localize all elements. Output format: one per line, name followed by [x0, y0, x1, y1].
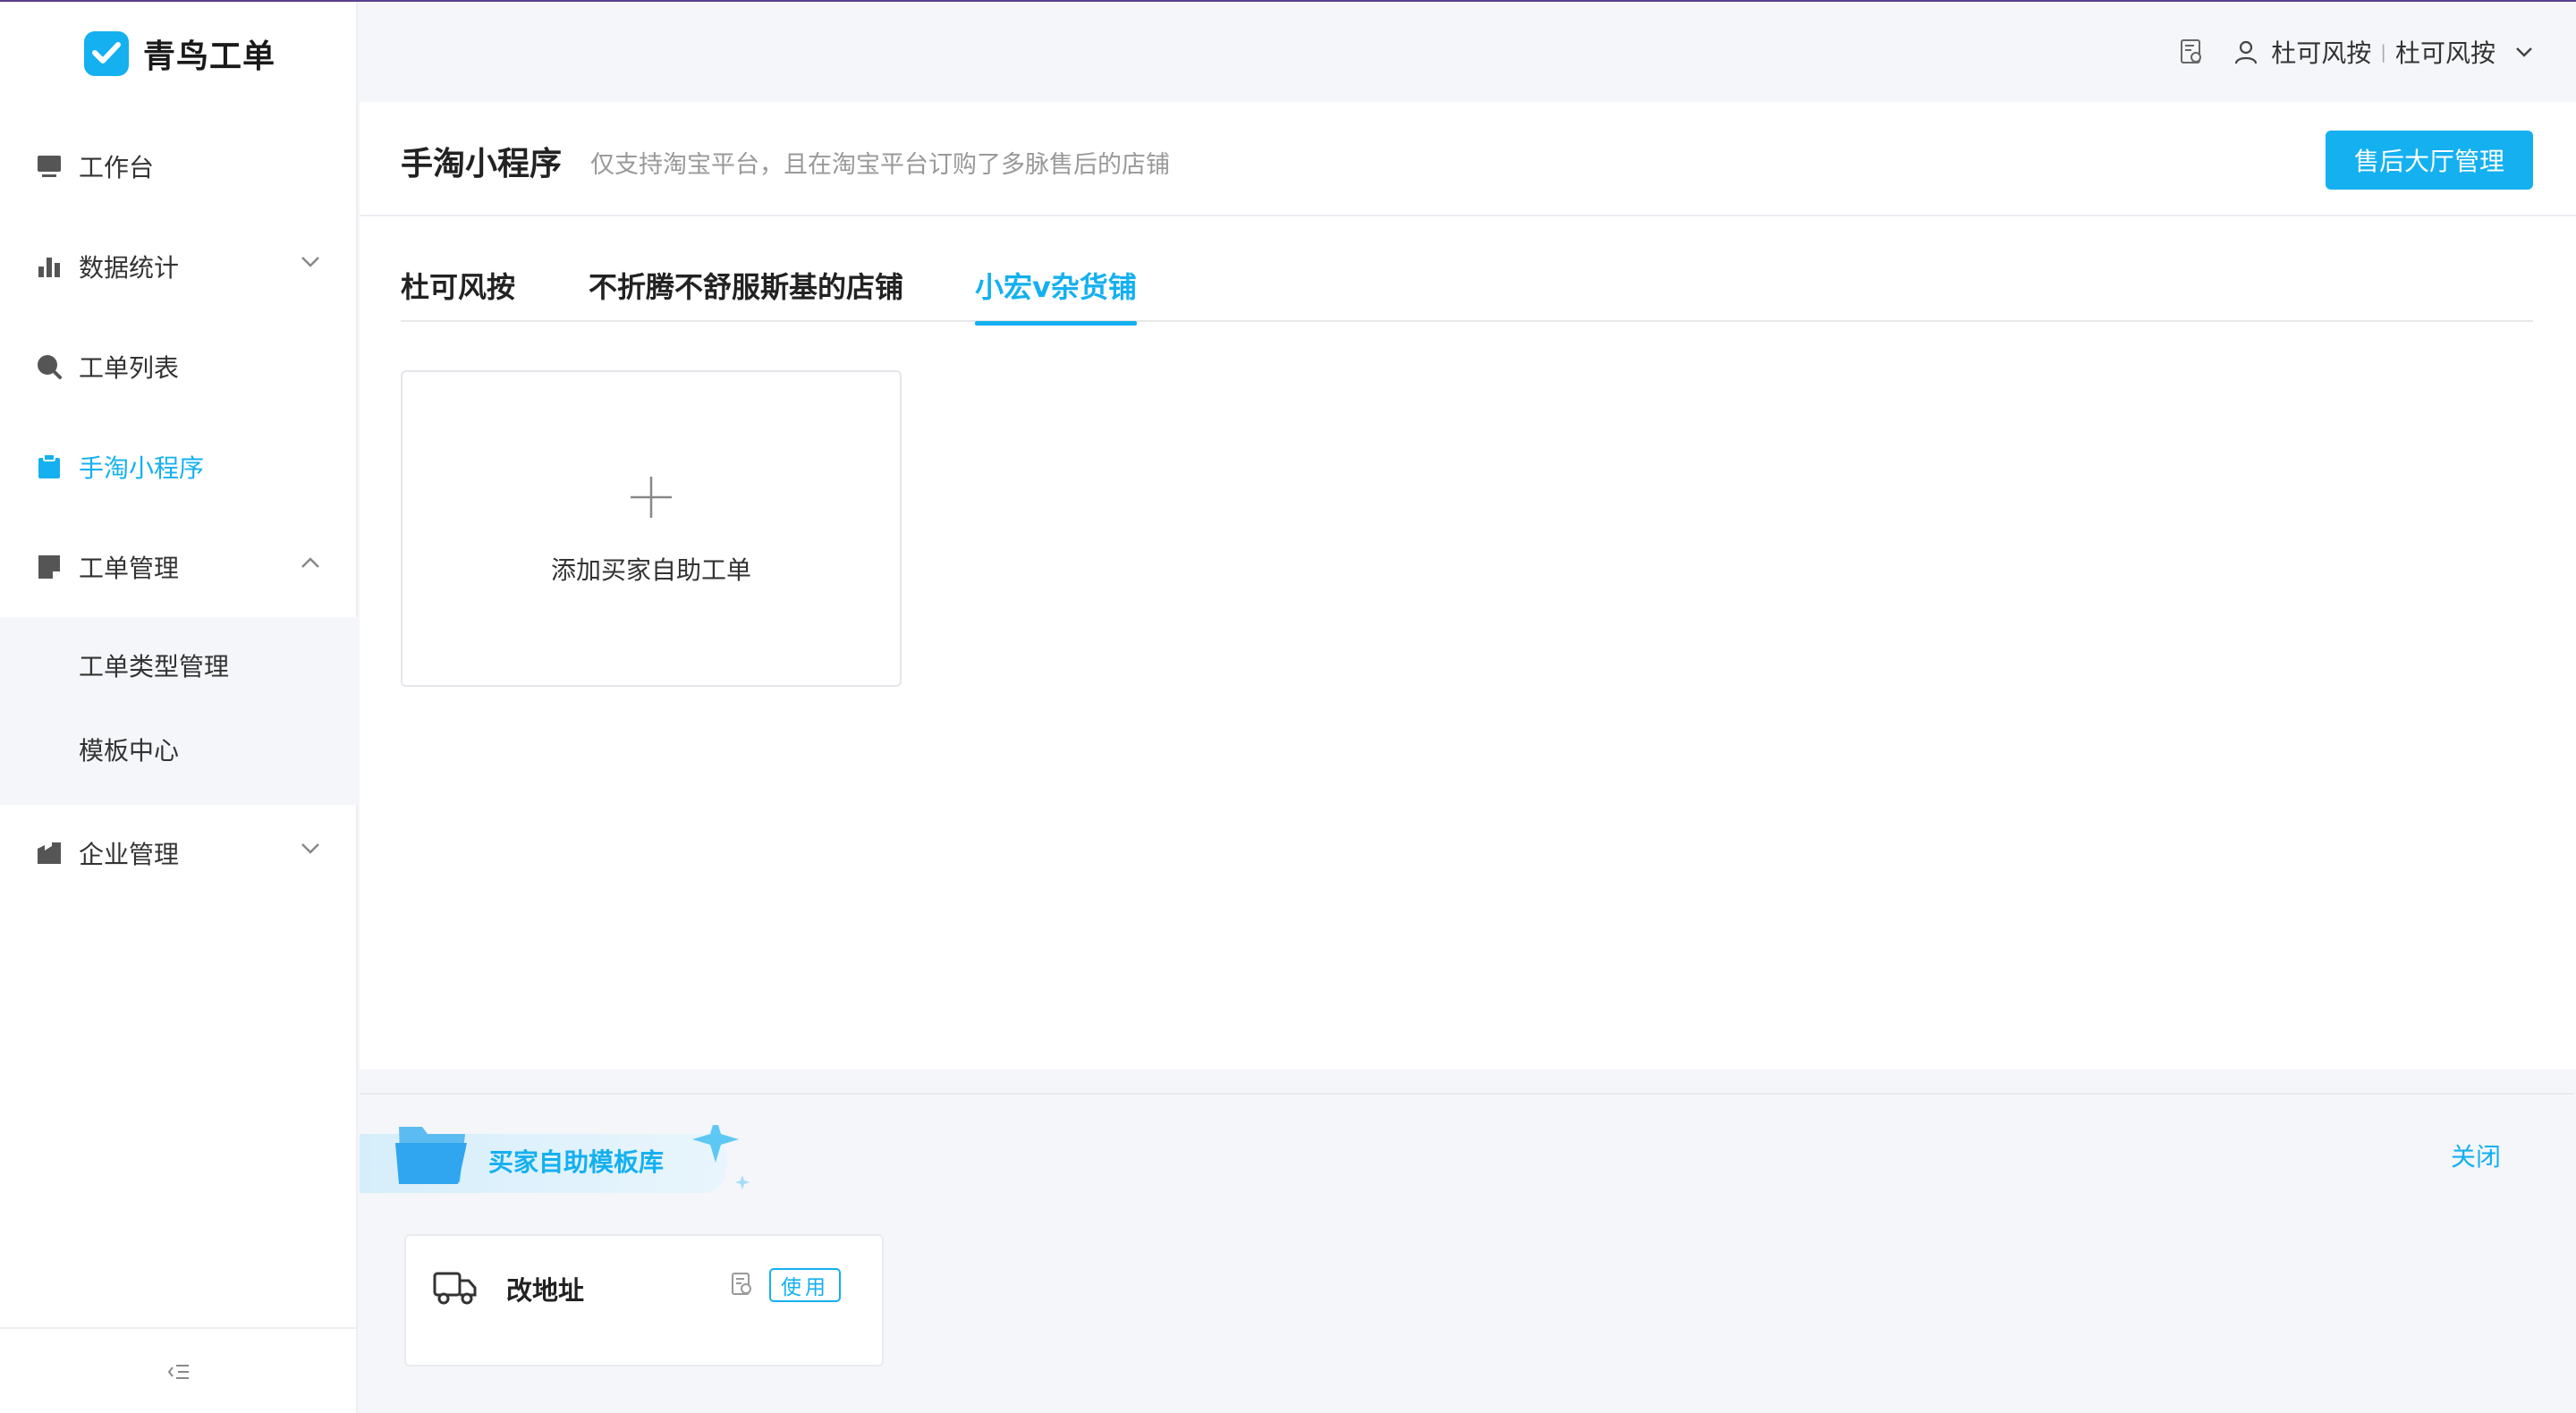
page-title: 手淘小程序 [401, 146, 563, 182]
document-icon[interactable] [2178, 38, 2205, 65]
main-content: 手淘小程序 仅支持淘宝平台，且在淘宝平台订购了多脉售后的店铺 售后大厅管理 杜可… [360, 102, 2576, 1070]
sidebar-subitem-ticket-type[interactable]: 工单类型管理 [0, 630, 358, 701]
chevron-down-icon [301, 257, 319, 267]
top-header: 杜可风按 | 杜可风按 [360, 2, 2576, 102]
tab-shop-1[interactable]: 杜可风按 [401, 265, 515, 306]
chevron-down-icon[interactable] [2515, 47, 2533, 57]
template-library-panel: 买家自助模板库 关闭 改地址 使用 [360, 1093, 2574, 1413]
plus-icon [631, 477, 672, 518]
sidebar-item-label: 手淘小程序 [79, 453, 205, 483]
brand-name: 青鸟工单 [143, 38, 276, 75]
sidebar-item-ticket-management[interactable]: 工单管理 [0, 531, 358, 603]
sidebar-item-label: 工单管理 [79, 554, 180, 583]
sidebar-item-ticket-list[interactable]: 工单列表 [0, 331, 358, 402]
active-tab-indicator [975, 321, 1137, 326]
aftersale-hall-button[interactable]: 售后大厅管理 [2326, 131, 2533, 190]
chevron-down-icon [301, 843, 319, 854]
preview-icon[interactable] [730, 1272, 755, 1297]
add-buyer-ticket-card[interactable]: 添加买家自助工单 [401, 370, 902, 687]
search-icon [36, 353, 63, 380]
library-title: 买家自助模板库 [488, 1147, 665, 1177]
chevron-up-icon [301, 557, 319, 568]
tab-shop-3[interactable]: 小宏v杂货铺 [975, 265, 1137, 326]
monitor-icon [36, 153, 63, 180]
close-library-button[interactable]: 关闭 [2451, 1138, 2501, 1173]
template-name: 改地址 [506, 1275, 585, 1306]
user-name[interactable]: 杜可风按 [2395, 34, 2496, 70]
template-card: 改地址 使用 [404, 1234, 884, 1366]
sidebar-item-enterprise[interactable]: 企业管理 [0, 817, 358, 889]
sidebar-subitem-template-center[interactable]: 模板中心 [0, 714, 358, 785]
tab-label: 小宏v杂货铺 [975, 270, 1137, 304]
clipboard-icon [36, 453, 63, 480]
truck-icon [433, 1272, 477, 1305]
tab-label: 不折腾不舒服斯基的店铺 [589, 270, 904, 304]
separator: | [2380, 41, 2386, 63]
note-icon [36, 554, 63, 580]
ticket-management-submenu: 工单类型管理 模板中心 [0, 617, 358, 805]
use-template-button[interactable]: 使用 [769, 1268, 841, 1302]
shop-tabs: 杜可风按 不折腾不舒服斯基的店铺 小宏v杂货铺 [401, 216, 2533, 326]
bar-chart-icon [36, 253, 63, 280]
page-description: 仅支持淘宝平台，且在淘宝平台订购了多脉售后的店铺 [590, 151, 1170, 179]
tab-label: 杜可风按 [401, 270, 516, 304]
sidebar-item-label: 企业管理 [79, 840, 180, 869]
check-logo-icon [84, 31, 129, 76]
sidebar-item-label: 工作台 [79, 153, 155, 182]
user-icon [2235, 40, 2258, 64]
sidebar-item-taobao-miniapp[interactable]: 手淘小程序 [0, 431, 358, 503]
building-icon [36, 840, 63, 867]
sidebar-item-label: 工单列表 [79, 353, 180, 383]
sidebar-footer [0, 1327, 358, 1413]
collapse-sidebar-icon[interactable] [166, 1359, 191, 1384]
brand[interactable]: 青鸟工单 [84, 29, 275, 79]
sidebar-item-workbench[interactable]: 工作台 [0, 131, 358, 202]
user-shop-name[interactable]: 杜可风按 [2271, 34, 2371, 70]
sidebar: 青鸟工单 工作台 数据统计 工单列表 手淘小程序 工单管理 工单类型管理 模板中… [0, 2, 358, 1413]
page-title-row: 手淘小程序 仅支持淘宝平台，且在淘宝平台订购了多脉售后的店铺 售后大厅管理 [360, 102, 2576, 216]
sidebar-item-label: 数据统计 [79, 253, 180, 283]
header-right: 杜可风按 | 杜可风按 [2178, 34, 2533, 70]
sidebar-item-data-stats[interactable]: 数据统计 [0, 231, 358, 302]
tab-shop-2[interactable]: 不折腾不舒服斯基的店铺 [589, 265, 903, 306]
add-card-label: 添加买家自助工单 [550, 555, 751, 585]
